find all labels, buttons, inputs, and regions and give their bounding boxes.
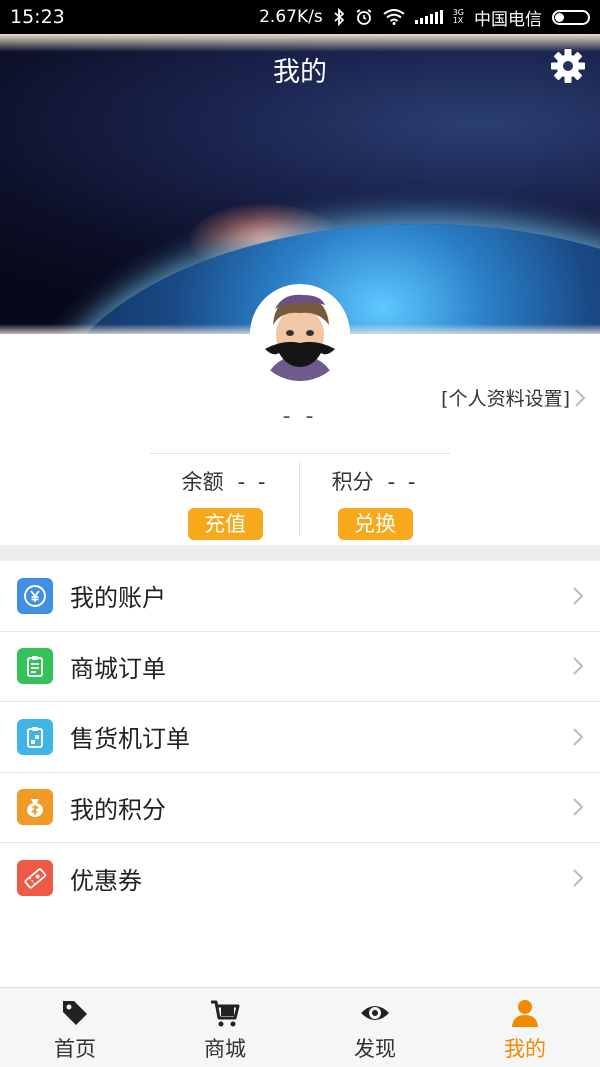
network-speed: 2.67K/s [259,7,323,27]
battery-icon [552,9,590,25]
section-gap [0,545,600,561]
network-type: 3G 1X [453,9,464,25]
menu-item-label: 我的积分 [70,795,166,824]
points-section: 积分 - - 兑换 [300,466,450,540]
chevron-right-icon [573,798,584,816]
menu-item-coupons[interactable]: 优惠券 [0,843,600,914]
nav-label: 商城 [204,1037,246,1061]
nav-item-home[interactable]: 首页 [0,988,150,1067]
menu-list: 我的账户 商城订单 售货机订单 我的积分 优惠券 [0,561,600,914]
menu-item-label: 售货机订单 [70,725,190,754]
menu-item-vending-orders[interactable]: 售货机订单 [0,702,600,773]
menu-item-mall-orders[interactable]: 商城订单 [0,631,600,702]
page-title: 我的 [273,57,327,88]
divider [150,453,450,454]
menu-item-label: 商城订单 [70,654,166,683]
username: - - [282,404,318,429]
wifi-icon [383,9,405,25]
money-bag-icon [17,789,53,826]
menu-item-label: 我的账户 [70,584,166,613]
chevron-right-icon [573,728,584,746]
chevron-right-icon [573,587,584,605]
bluetooth-icon [334,8,345,26]
signal-icon [414,10,443,24]
clipboard-icon [17,648,53,685]
status-icons: 2.67K/s 3G 1X 中国电信 [259,5,590,30]
eye-icon [361,1006,389,1020]
balance-value: - - [237,470,269,494]
network-type-bottom: 1X [452,16,464,25]
nav-label: 首页 [54,1037,96,1061]
balance-label: 余额 [181,470,224,494]
vending-icon [17,718,53,755]
nav-item-discover[interactable]: 发现 [300,988,450,1067]
redeem-button[interactable]: 兑换 [337,508,413,540]
tag-icon [63,1001,87,1025]
cart-icon [211,1000,240,1027]
menu-item-my-account[interactable]: 我的账户 [0,561,600,632]
coupon-icon [17,860,53,897]
chevron-right-icon [573,869,584,887]
points-label: 积分 [331,470,374,494]
nav-label: 我的 [504,1037,546,1061]
gear-icon[interactable] [550,48,586,84]
nav-item-mall[interactable]: 商城 [150,988,300,1067]
avatar[interactable] [250,284,350,384]
bottom-nav: 首页 商城 发现 我的 [0,987,600,1067]
status-bar: 15:23 2.67K/s 3G 1X 中国电信 [0,0,600,34]
recharge-button[interactable]: 充值 [187,508,263,540]
nav-item-mine[interactable]: 我的 [450,988,600,1067]
status-time: 15:23 [10,6,65,28]
carrier-name: 中国电信 [474,9,542,30]
points-value: - - [387,470,419,494]
avatar-image [253,287,347,381]
person-icon [512,1000,538,1027]
chevron-right-icon [573,657,584,675]
menu-item-label: 优惠券 [70,866,142,895]
nav-label: 发现 [354,1037,396,1061]
alarm-icon [356,9,372,25]
yuan-icon [17,577,53,614]
menu-item-my-points[interactable]: 我的积分 [0,772,600,843]
balance-section: 余额 - - 充值 [150,466,300,540]
